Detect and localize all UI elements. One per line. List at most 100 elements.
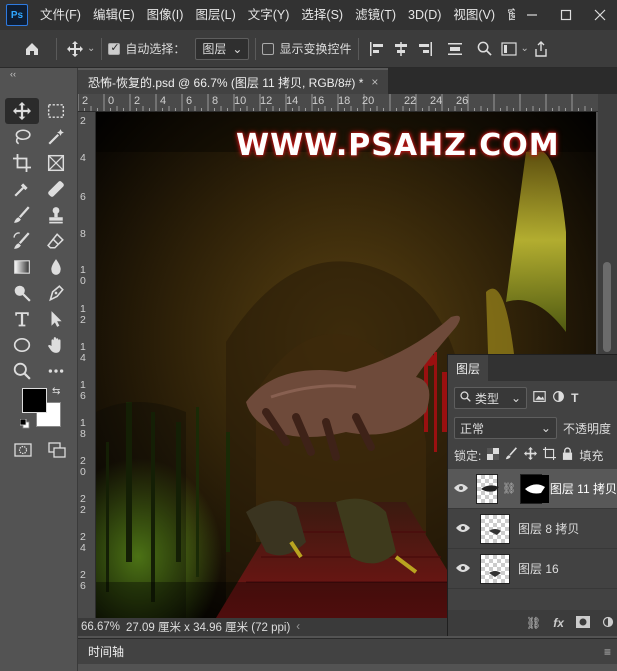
show-transform-checkbox[interactable] [262, 42, 275, 55]
blend-mode-dropdown[interactable]: 正常 ⌄ [454, 417, 557, 439]
photoshop-logo: Ps [6, 4, 28, 26]
menu-file[interactable]: 文件(F) [34, 0, 87, 30]
align-left-icon[interactable] [365, 37, 389, 61]
magic-wand-tool-icon[interactable] [39, 124, 73, 150]
history-brush-tool-icon[interactable] [5, 228, 39, 254]
document-tab[interactable]: 恐怖-恢复的.psd @ 66.7% (图层 11 拷贝, RGB/8#) * … [78, 68, 389, 94]
lock-all-icon[interactable] [562, 447, 573, 463]
marquee-tool-icon[interactable] [39, 98, 73, 124]
dodge-tool-icon[interactable] [5, 280, 39, 306]
brush-tool-icon[interactable] [5, 202, 39, 228]
type-tool-icon[interactable] [5, 306, 39, 332]
menu-image[interactable]: 图像(I) [141, 0, 190, 30]
zoom-level[interactable]: 66.67% [81, 621, 120, 633]
eyedropper-tool-icon[interactable] [5, 176, 39, 202]
layer-row[interactable]: 图层 16 [448, 549, 617, 589]
workspace-icon[interactable] [497, 37, 521, 61]
timeline-label[interactable]: 时间轴 [88, 643, 124, 660]
maximize-icon[interactable] [549, 0, 583, 30]
ruler-tick-label: 6 [80, 191, 86, 203]
pen-tool-icon[interactable] [39, 280, 73, 306]
menu-type[interactable]: 文字(Y) [242, 0, 296, 30]
divider [255, 37, 257, 60]
distribute-icon[interactable] [443, 37, 467, 61]
move-tool-preset-icon[interactable] [63, 37, 87, 61]
options-bar: ⌄ 自动选择： 图层 ⌄ 显示变换控件 ⌄ [0, 30, 617, 68]
menu-select[interactable]: 选择(S) [295, 0, 349, 30]
menu-edit[interactable]: 编辑(E) [87, 0, 141, 30]
move-tool-icon[interactable] [5, 98, 39, 124]
foreground-color-swatch[interactable] [22, 388, 47, 413]
stamp-tool-icon[interactable] [39, 202, 73, 228]
adjustment-layer-icon[interactable] [602, 616, 614, 631]
chevron-down-icon: ⌄ [511, 391, 522, 405]
tab-layers[interactable]: 图层 [448, 355, 489, 381]
frame-tool-icon[interactable] [39, 150, 73, 176]
close-icon[interactable] [583, 0, 617, 30]
filter-type-icon[interactable]: T [571, 391, 578, 405]
ruler-tick-label: 2 [134, 95, 141, 107]
panel-menu-icon[interactable]: ≡ [604, 645, 611, 659]
crop-tool-icon[interactable] [5, 150, 39, 176]
filter-pixel-icon[interactable] [533, 390, 546, 406]
horizontal-ruler: 2 0 2 4 6 8 10 12 14 16 18 20 22 24 26 [78, 94, 598, 112]
menu-layer[interactable]: 图层(L) [189, 0, 241, 30]
zoom-tool-icon[interactable] [5, 358, 39, 384]
healing-brush-tool-icon[interactable] [39, 176, 73, 202]
default-colors-icon[interactable] [19, 418, 30, 429]
filter-kind-dropdown[interactable]: 类型 ⌄ [454, 387, 528, 409]
visibility-eye-icon[interactable] [454, 481, 468, 496]
ruler-tick-label: 10 [234, 95, 247, 107]
share-icon[interactable] [529, 37, 553, 61]
align-center-icon[interactable] [389, 37, 413, 61]
swap-colors-icon[interactable]: ⇆ [52, 386, 60, 397]
ruler-tick-label: 24 [430, 95, 443, 107]
lock-pixels-icon[interactable] [505, 447, 518, 463]
layer-style-fx-button[interactable]: fx [553, 616, 564, 630]
auto-select-target-dropdown[interactable]: 图层 ⌄ [195, 37, 250, 60]
menu-filter[interactable]: 滤镜(T) [349, 0, 402, 30]
lasso-tool-icon[interactable] [5, 124, 39, 150]
blur-tool-icon[interactable] [39, 254, 73, 280]
layer-row[interactable]: 图层 8 拷贝 [448, 509, 617, 549]
search-icon[interactable] [473, 37, 497, 61]
document-size: 27.09 厘米 x 34.96 厘米 (72 ppi) [126, 622, 291, 634]
lock-artboard-icon[interactable] [543, 447, 557, 463]
lock-position-icon[interactable] [524, 447, 538, 463]
more-tools-icon[interactable] [39, 358, 73, 384]
eraser-tool-icon[interactable] [39, 228, 73, 254]
minimize-icon[interactable] [515, 0, 549, 30]
chevron-down-icon[interactable]: ⌄ [87, 43, 95, 54]
home-icon[interactable] [20, 37, 44, 61]
menu-view[interactable]: 视图(V) [447, 0, 501, 30]
align-right-icon[interactable] [413, 37, 437, 61]
window-controls [515, 0, 617, 30]
quick-mask-icon[interactable] [14, 442, 32, 461]
close-tab-icon[interactable]: × [371, 75, 378, 89]
vertical-ruler: 2 4 6 8 1 0 1 2 1 4 1 6 1 8 2 0 2 2 2 4 … [78, 112, 96, 618]
ruler-tick-label: 20 [362, 95, 375, 107]
chevron-down-icon[interactable]: ⌄ [521, 43, 529, 54]
gradient-tool-icon[interactable] [5, 254, 39, 280]
chevron-left-icon[interactable]: ‹ [296, 621, 300, 633]
hand-tool-icon[interactable] [39, 332, 73, 358]
ellipse-tool-icon[interactable] [5, 332, 39, 358]
link-layers-icon[interactable]: ⛓ [526, 616, 541, 630]
layer-row[interactable]: ⛓ 图层 11 拷贝 [448, 469, 617, 509]
ruler-tick-label: 8 [212, 95, 219, 107]
layer-mask-thumbnail[interactable] [519, 473, 549, 504]
visibility-eye-icon[interactable] [454, 561, 472, 576]
menu-3d[interactable]: 3D(D) [402, 0, 447, 30]
document-tab-bar: 恐怖-恢复的.psd @ 66.7% (图层 11 拷贝, RGB/8#) * … [78, 68, 617, 94]
collapse-panel-icon[interactable]: ‹‹ [0, 68, 77, 80]
visibility-eye-icon[interactable] [454, 521, 472, 536]
lock-transparency-icon[interactable] [487, 447, 500, 463]
filter-adjustment-icon[interactable] [552, 390, 565, 406]
auto-select-checkbox[interactable] [108, 41, 121, 55]
add-mask-icon[interactable] [575, 615, 590, 631]
scrollbar-thumb[interactable] [603, 262, 611, 352]
divider [56, 37, 57, 60]
path-selection-tool-icon[interactable] [39, 306, 73, 332]
ruler-tick-label: 1 4 [80, 341, 86, 364]
screen-mode-icon[interactable] [48, 442, 66, 461]
